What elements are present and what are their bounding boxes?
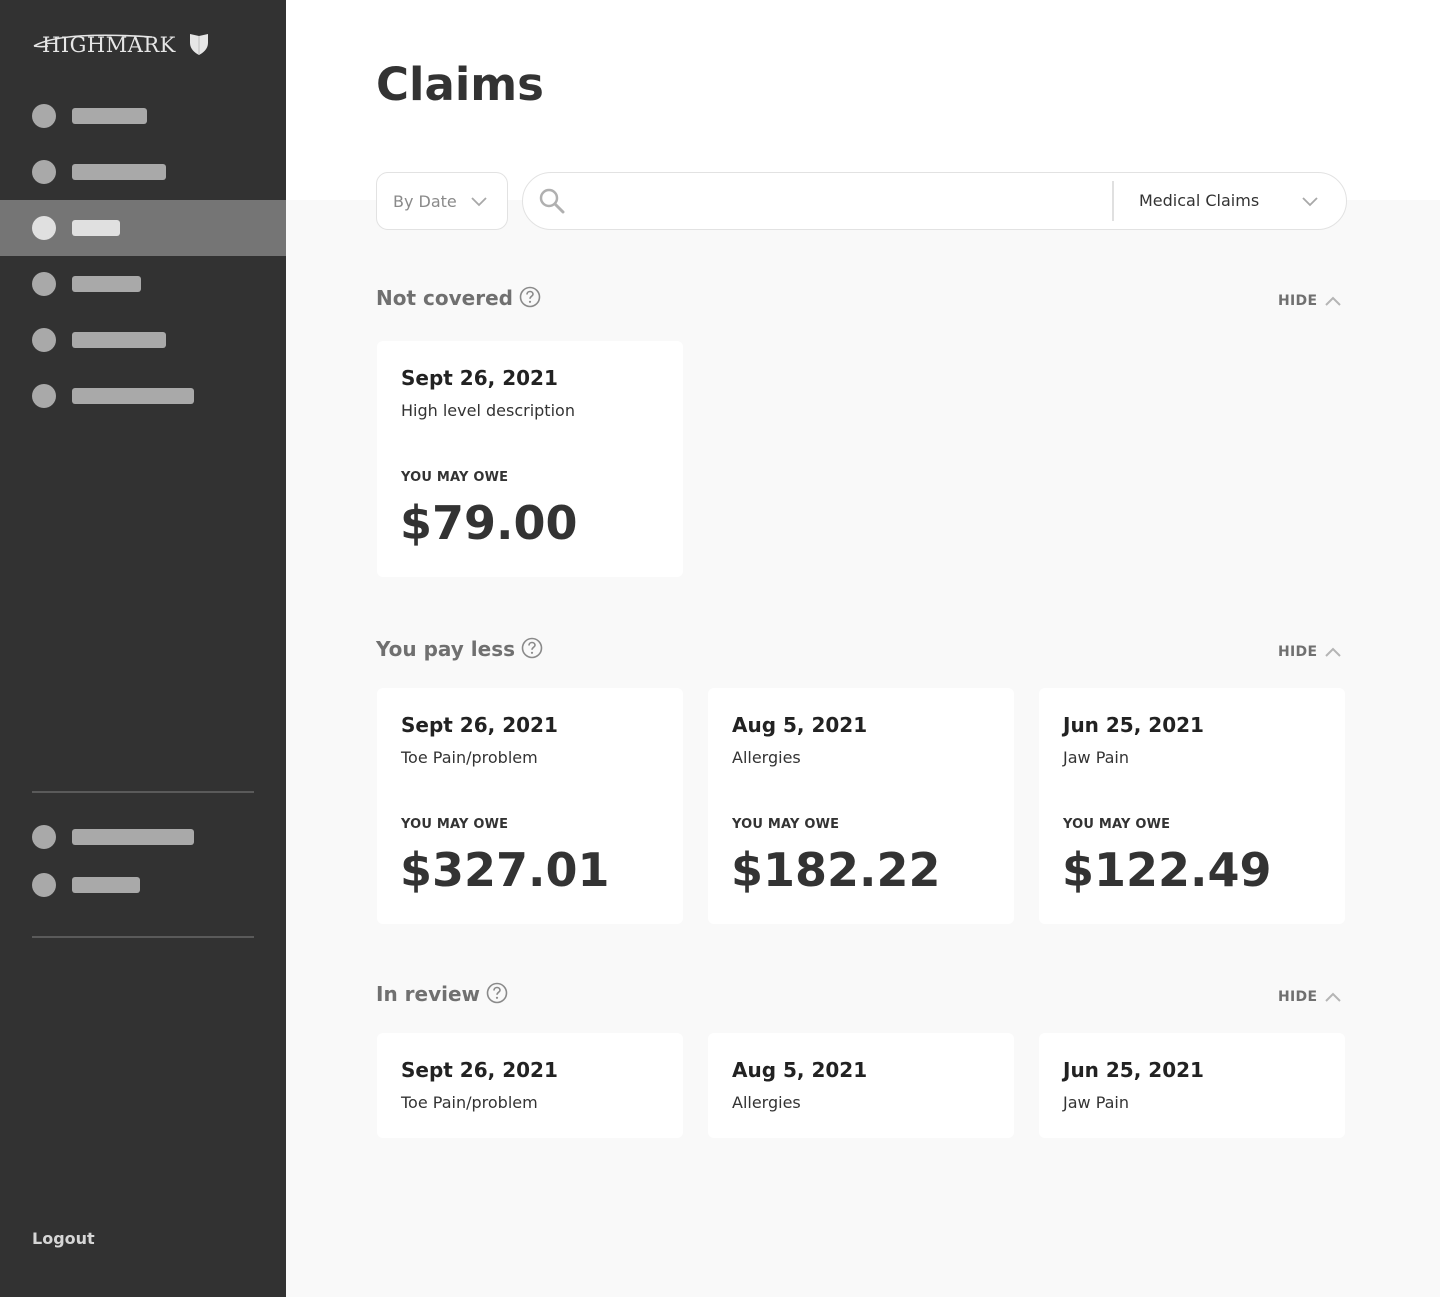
logo-text: HIGHMARK [42,33,176,57]
nav-placeholder-icon [32,216,56,240]
nav-placeholder-label [72,332,166,348]
search-input[interactable] [579,183,1099,219]
claim-description: Allergies [732,1093,801,1112]
claim-card[interactable]: Aug 5, 2021 Allergies YOU MAY OWE $182.2… [708,688,1014,924]
sidebar-item-1[interactable] [0,88,286,144]
chevron-up-icon [1325,992,1341,1002]
claim-card[interactable]: Jun 25, 2021 Jaw Pain YOU MAY OWE $122.4… [1039,688,1345,924]
section-title-in-review: In review [376,982,508,1006]
owe-amount: $79.00 [400,496,578,550]
claim-date: Sept 26, 2021 [401,713,558,737]
owe-label: YOU MAY OWE [732,817,840,832]
nav-placeholder-icon [32,384,56,408]
hide-label: HIDE [1278,989,1318,1005]
owe-amount: $327.01 [400,843,610,897]
shield-icon [190,34,208,55]
nav-placeholder-label [72,220,120,236]
claim-description: Toe Pain/problem [401,1093,538,1112]
sidebar-item-2[interactable] [0,144,286,200]
search-separator [1112,181,1114,221]
hide-toggle-you-pay-less[interactable]: HIDE [1278,641,1348,665]
section-title-text: In review [376,982,481,1006]
claim-date: Aug 5, 2021 [732,1058,868,1082]
sidebar-divider [32,936,254,938]
page-title: Claims [376,58,544,111]
nav-placeholder-label [72,276,141,292]
section-title-text: You pay less [376,637,516,661]
search-icon [539,188,565,214]
claim-card[interactable]: Sept 26, 2021 Toe Pain/problem [377,1033,683,1138]
claim-type-label: Medical Claims [1139,191,1260,210]
owe-label: YOU MAY OWE [401,470,509,485]
sidebar-item-6[interactable] [0,368,286,424]
sidebar-item-claims-active[interactable] [0,200,286,256]
search-bar: Medical Claims [522,172,1347,230]
sidebar-item-5[interactable] [0,312,286,368]
claim-description: High level description [401,401,575,420]
claim-date: Aug 5, 2021 [732,713,868,737]
sidebar-item-4[interactable] [0,256,286,312]
nav-placeholder-label [72,164,166,180]
highmark-logo[interactable]: HIGHMARK [32,30,212,60]
hide-toggle-in-review[interactable]: HIDE [1278,986,1348,1010]
sort-dropdown[interactable]: By Date [376,172,508,230]
owe-amount: $122.49 [1062,843,1272,897]
hide-label: HIDE [1278,644,1318,660]
logout-link[interactable]: Logout [32,1229,95,1248]
claim-date: Jun 25, 2021 [1063,1058,1204,1082]
claim-card[interactable]: Jun 25, 2021 Jaw Pain [1039,1033,1345,1138]
claim-date: Sept 26, 2021 [401,366,558,390]
claim-card[interactable]: Sept 26, 2021 High level description YOU… [377,341,683,577]
sidebar-item-8[interactable] [0,857,286,913]
owe-label: YOU MAY OWE [1063,817,1171,832]
help-icon[interactable] [486,982,508,1004]
section-title-text: Not covered [376,286,513,310]
claim-description: Allergies [732,748,801,767]
section-title-you-pay-less: You pay less [376,637,543,661]
nav-placeholder-icon [32,104,56,128]
claim-description: Jaw Pain [1063,748,1130,767]
claim-card[interactable]: Aug 5, 2021 Allergies [708,1033,1014,1138]
nav-placeholder-label [72,388,194,404]
claim-date: Sept 26, 2021 [401,1058,558,1082]
chevron-down-icon [1302,197,1318,207]
owe-label: YOU MAY OWE [401,817,509,832]
chevron-up-icon [1325,296,1341,306]
sidebar-divider [32,791,254,793]
nav-placeholder-icon [32,825,56,849]
help-icon[interactable] [521,637,543,659]
claim-description: Jaw Pain [1063,1093,1130,1112]
nav-placeholder-icon [32,272,56,296]
nav-placeholder-icon [32,160,56,184]
nav-placeholder-icon [32,873,56,897]
sidebar: HIGHMARK Logout [0,0,286,1297]
nav-placeholder-label [72,108,147,124]
section-title-not-covered: Not covered [376,286,541,310]
nav-placeholder-label [72,877,140,893]
owe-amount: $182.22 [731,843,941,897]
hide-toggle-not-covered[interactable]: HIDE [1278,290,1348,314]
hide-label: HIDE [1278,293,1318,309]
chevron-down-icon [471,197,487,207]
claim-type-dropdown[interactable]: Medical Claims [1115,173,1346,229]
claim-date: Jun 25, 2021 [1063,713,1204,737]
chevron-up-icon [1325,647,1341,657]
nav-placeholder-icon [32,328,56,352]
claim-card[interactable]: Sept 26, 2021 Toe Pain/problem YOU MAY O… [377,688,683,924]
nav-placeholder-label [72,829,194,845]
help-icon[interactable] [519,286,541,308]
sort-dropdown-label: By Date [393,192,457,211]
claim-description: Toe Pain/problem [401,748,538,767]
